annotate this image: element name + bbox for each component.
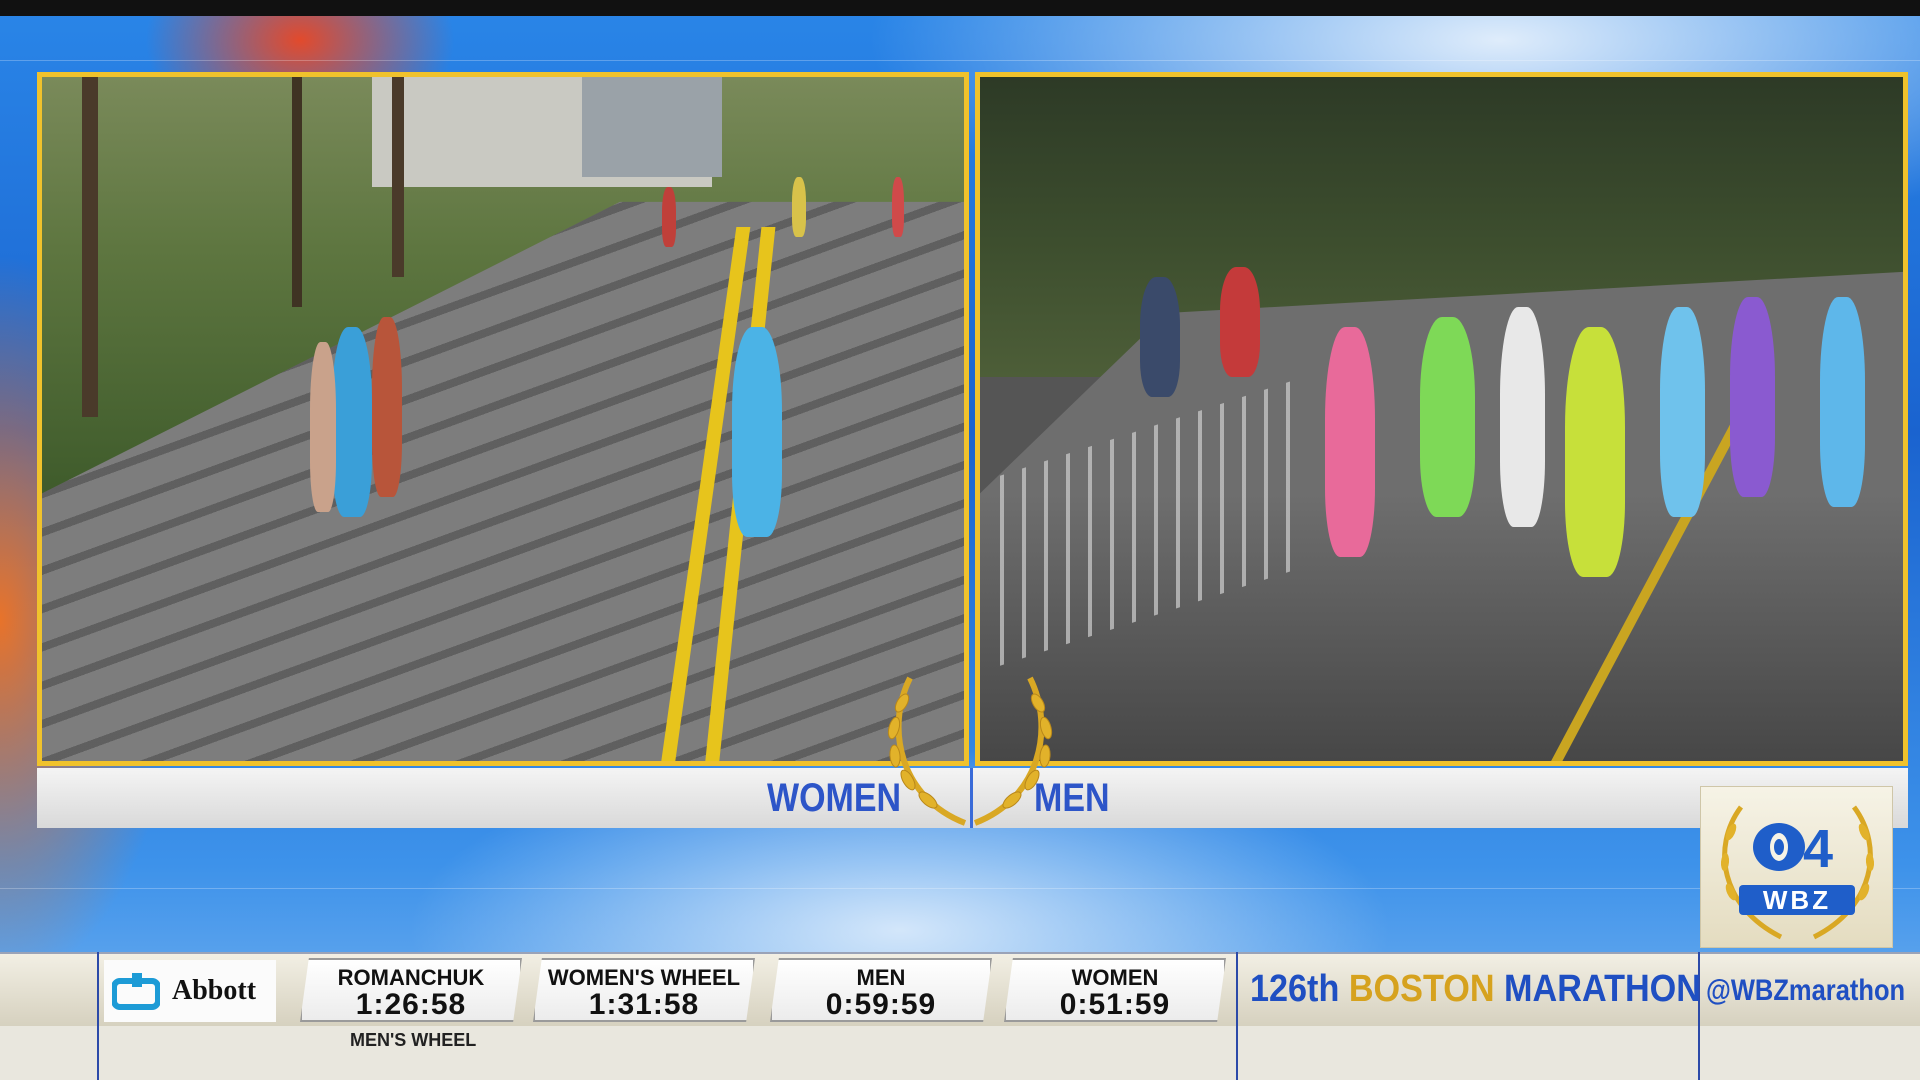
top-bar [0,0,1920,16]
grid-line [0,888,1920,889]
time-value: 0:51:59 [1059,988,1171,1021]
svg-text:4: 4 [1803,819,1833,879]
time-value: 1:31:58 [588,988,700,1021]
men-video-feed [975,72,1908,766]
women-video-feed [37,72,969,766]
callsign-text: WBZ [1763,885,1831,915]
laurel-wreath-icon [887,676,1053,826]
time-label: ROMANCHUK [337,965,485,990]
time-label: WOMEN [1071,965,1159,990]
race-title: 126th BOSTON MARATHON [1250,968,1701,1011]
grid-line [0,60,1920,61]
race-title-gold: BOSTON [1348,968,1495,1010]
sponsor-name: Abbott [172,975,257,1006]
ticker-divider [97,952,99,1080]
time-label: WOMEN'S WHEEL [547,965,741,990]
time-value: 0:59:59 [825,988,937,1021]
social-handle: @WBZmarathon [1706,974,1906,1007]
time-box-women: WOMEN 0:51:59 [1004,958,1226,1022]
abbott-logo-icon [111,971,161,1011]
race-title-suffix: MARATHON [1504,968,1701,1010]
time-box-romanchuk: ROMANCHUK 1:26:58 [300,958,522,1022]
ticker-divider [1236,952,1238,1080]
time-box-womens-wheel: WOMEN'S WHEEL 1:31:58 [533,958,755,1022]
cbs-wbz-logo-icon: 4 WBZ [1720,805,1875,940]
next-caption: MEN'S WHEEL [350,1030,477,1050]
race-title-prefix: 126th [1250,968,1340,1010]
sponsor-logo: Abbott [104,960,276,1022]
time-value: 1:26:58 [355,988,467,1021]
station-logo: 4 WBZ [1700,786,1893,948]
ticker-sub-bar [0,1026,1920,1080]
time-box-men: MEN 0:59:59 [770,958,992,1022]
time-label: MEN [856,965,906,990]
